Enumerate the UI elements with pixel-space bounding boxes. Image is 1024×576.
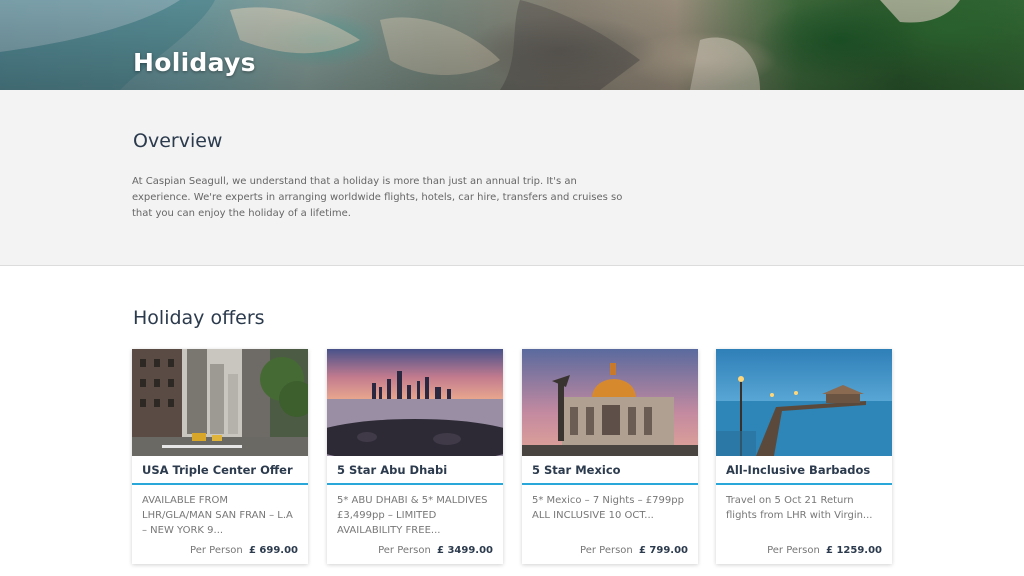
offer-title[interactable]: USA Triple Center Offer [132,456,308,485]
offer-title[interactable]: 5 Star Mexico [522,456,698,485]
per-person-label: Per Person [767,545,820,556]
per-person-label: Per Person [580,545,633,556]
offer-price: Per Person £ 699.00 [190,545,298,556]
offer-title[interactable]: All-Inclusive Barbados [716,456,892,485]
offer-title[interactable]: 5 Star Abu Dhabi [327,456,503,485]
offer-card[interactable]: All-Inclusive Barbados Travel on 5 Oct 2… [716,349,892,564]
offers-heading: Holiday offers [133,307,265,329]
overview-text: At Caspian Seagull, we understand that a… [132,176,623,219]
overview-heading: Overview [133,130,223,152]
offer-card[interactable]: USA Triple Center Offer AVAILABLE FROM L… [132,349,308,564]
offer-price: Per Person £ 799.00 [580,545,688,556]
offer-card[interactable]: 5 Star Mexico 5* Mexico – 7 Nights – £79… [522,349,698,564]
offer-description: Travel on 5 Oct 21 Return flights from L… [726,495,873,521]
offer-description: 5* Mexico – 7 Nights – £799pp ALL INCLUS… [532,495,684,521]
offer-image[interactable] [327,349,503,456]
offer-description: AVAILABLE FROM LHR/GLA/MAN SAN FRAN – L.… [142,495,293,536]
offer-card[interactable]: 5 Star Abu Dhabi 5* ABU DHABI & 5* MALDI… [327,349,503,564]
hero-banner: Holidays [0,0,1024,90]
price-amount: £ 1259.00 [826,545,882,556]
offer-description: 5* ABU DHABI & 5* MALDIVES £3,499pp – LI… [337,495,488,536]
overview-section: Overview At Caspian Seagull, we understa… [0,90,1024,266]
offer-image[interactable] [522,349,698,456]
price-amount: £ 3499.00 [437,545,493,556]
price-amount: £ 799.00 [638,545,688,556]
page-title: Holidays [133,48,256,77]
offer-image[interactable] [132,349,308,456]
offer-price: Per Person £ 1259.00 [767,545,882,556]
per-person-label: Per Person [190,545,243,556]
per-person-label: Per Person [378,545,431,556]
price-amount: £ 699.00 [248,545,298,556]
offer-price: Per Person £ 3499.00 [378,545,493,556]
offer-image[interactable] [716,349,892,456]
